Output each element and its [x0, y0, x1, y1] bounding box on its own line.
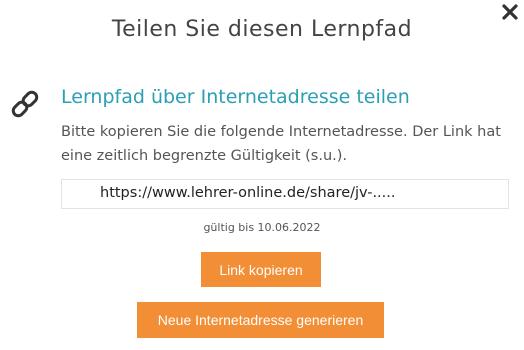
link-icon [11, 90, 39, 118]
description-text: Bitte kopieren Sie die folgende Internet… [61, 124, 501, 164]
copy-link-button[interactable]: Link kopieren [201, 252, 321, 287]
share-url-value: https://www.lehrer-online.de/share/jv-..… [100, 185, 396, 201]
generate-new-url-button[interactable]: Neue Internetadresse generieren [137, 302, 384, 338]
section-title: Lernpfad über Internetadresse teilen [61, 86, 410, 108]
validity-text: gültig bis 10.06.2022 [203, 221, 321, 234]
share-url-field[interactable]: https://www.lehrer-online.de/share/jv-..… [61, 179, 509, 209]
dialog-title: Teilen Sie diesen Lernpfad [111, 17, 413, 42]
